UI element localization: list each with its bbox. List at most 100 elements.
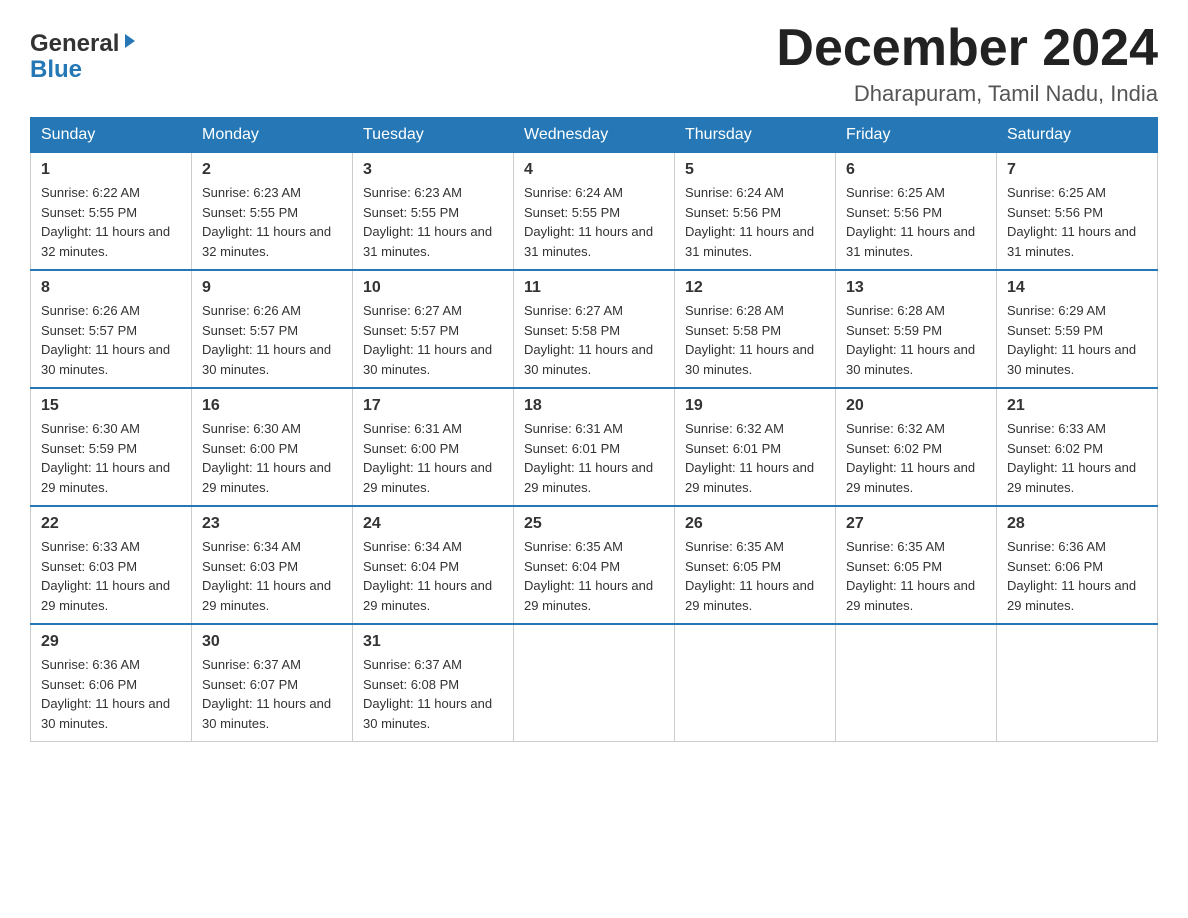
calendar-week-row: 8 Sunrise: 6:26 AMSunset: 5:57 PMDayligh…: [31, 270, 1158, 388]
day-number: 19: [685, 397, 825, 415]
day-number: 17: [363, 397, 503, 415]
day-number: 2: [202, 161, 342, 179]
calendar-header: SundayMondayTuesdayWednesdayThursdayFrid…: [31, 118, 1158, 153]
day-number: 11: [524, 279, 664, 297]
calendar-day-cell: 30 Sunrise: 6:37 AMSunset: 6:07 PMDaylig…: [192, 624, 353, 742]
calendar-day-cell: [836, 624, 997, 742]
day-info: Sunrise: 6:31 AMSunset: 6:01 PMDaylight:…: [524, 421, 653, 495]
calendar-day-cell: 2 Sunrise: 6:23 AMSunset: 5:55 PMDayligh…: [192, 153, 353, 271]
day-info: Sunrise: 6:29 AMSunset: 5:59 PMDaylight:…: [1007, 303, 1136, 377]
weekday-header: Monday: [192, 118, 353, 153]
day-number: 24: [363, 515, 503, 533]
day-number: 30: [202, 633, 342, 651]
day-info: Sunrise: 6:26 AMSunset: 5:57 PMDaylight:…: [202, 303, 331, 377]
day-info: Sunrise: 6:33 AMSunset: 6:02 PMDaylight:…: [1007, 421, 1136, 495]
calendar-day-cell: 27 Sunrise: 6:35 AMSunset: 6:05 PMDaylig…: [836, 506, 997, 624]
logo-arrow-icon: [121, 32, 139, 55]
calendar-day-cell: 10 Sunrise: 6:27 AMSunset: 5:57 PMDaylig…: [353, 270, 514, 388]
calendar-day-cell: 31 Sunrise: 6:37 AMSunset: 6:08 PMDaylig…: [353, 624, 514, 742]
logo-general-text: General: [30, 30, 119, 58]
calendar-day-cell: 20 Sunrise: 6:32 AMSunset: 6:02 PMDaylig…: [836, 388, 997, 506]
calendar-day-cell: 9 Sunrise: 6:26 AMSunset: 5:57 PMDayligh…: [192, 270, 353, 388]
day-info: Sunrise: 6:35 AMSunset: 6:05 PMDaylight:…: [846, 539, 975, 613]
day-number: 16: [202, 397, 342, 415]
day-number: 14: [1007, 279, 1147, 297]
day-info: Sunrise: 6:32 AMSunset: 6:02 PMDaylight:…: [846, 421, 975, 495]
location-title: Dharapuram, Tamil Nadu, India: [776, 81, 1158, 107]
day-info: Sunrise: 6:33 AMSunset: 6:03 PMDaylight:…: [41, 539, 170, 613]
day-number: 4: [524, 161, 664, 179]
calendar-week-row: 1 Sunrise: 6:22 AMSunset: 5:55 PMDayligh…: [31, 153, 1158, 271]
month-title: December 2024: [776, 20, 1158, 77]
calendar-day-cell: 5 Sunrise: 6:24 AMSunset: 5:56 PMDayligh…: [675, 153, 836, 271]
day-number: 13: [846, 279, 986, 297]
calendar-week-row: 29 Sunrise: 6:36 AMSunset: 6:06 PMDaylig…: [31, 624, 1158, 742]
calendar-day-cell: 16 Sunrise: 6:30 AMSunset: 6:00 PMDaylig…: [192, 388, 353, 506]
calendar-day-cell: 14 Sunrise: 6:29 AMSunset: 5:59 PMDaylig…: [997, 270, 1158, 388]
calendar-day-cell: 28 Sunrise: 6:36 AMSunset: 6:06 PMDaylig…: [997, 506, 1158, 624]
day-number: 20: [846, 397, 986, 415]
calendar-day-cell: 7 Sunrise: 6:25 AMSunset: 5:56 PMDayligh…: [997, 153, 1158, 271]
day-number: 28: [1007, 515, 1147, 533]
calendar-week-row: 22 Sunrise: 6:33 AMSunset: 6:03 PMDaylig…: [31, 506, 1158, 624]
calendar-day-cell: [514, 624, 675, 742]
calendar-day-cell: 8 Sunrise: 6:26 AMSunset: 5:57 PMDayligh…: [31, 270, 192, 388]
day-number: 29: [41, 633, 181, 651]
day-number: 3: [363, 161, 503, 179]
day-number: 9: [202, 279, 342, 297]
calendar-day-cell: 13 Sunrise: 6:28 AMSunset: 5:59 PMDaylig…: [836, 270, 997, 388]
day-number: 31: [363, 633, 503, 651]
calendar-week-row: 15 Sunrise: 6:30 AMSunset: 5:59 PMDaylig…: [31, 388, 1158, 506]
day-info: Sunrise: 6:23 AMSunset: 5:55 PMDaylight:…: [202, 185, 331, 259]
calendar-day-cell: 6 Sunrise: 6:25 AMSunset: 5:56 PMDayligh…: [836, 153, 997, 271]
calendar-day-cell: 23 Sunrise: 6:34 AMSunset: 6:03 PMDaylig…: [192, 506, 353, 624]
calendar-day-cell: 1 Sunrise: 6:22 AMSunset: 5:55 PMDayligh…: [31, 153, 192, 271]
weekday-header: Tuesday: [353, 118, 514, 153]
day-info: Sunrise: 6:24 AMSunset: 5:56 PMDaylight:…: [685, 185, 814, 259]
day-number: 8: [41, 279, 181, 297]
day-info: Sunrise: 6:30 AMSunset: 5:59 PMDaylight:…: [41, 421, 170, 495]
calendar-day-cell: [997, 624, 1158, 742]
logo: General Blue: [30, 30, 139, 82]
day-info: Sunrise: 6:36 AMSunset: 6:06 PMDaylight:…: [1007, 539, 1136, 613]
calendar-day-cell: 4 Sunrise: 6:24 AMSunset: 5:55 PMDayligh…: [514, 153, 675, 271]
day-number: 21: [1007, 397, 1147, 415]
day-info: Sunrise: 6:27 AMSunset: 5:57 PMDaylight:…: [363, 303, 492, 377]
calendar-day-cell: 12 Sunrise: 6:28 AMSunset: 5:58 PMDaylig…: [675, 270, 836, 388]
day-number: 25: [524, 515, 664, 533]
calendar-table: SundayMondayTuesdayWednesdayThursdayFrid…: [30, 117, 1158, 742]
day-number: 10: [363, 279, 503, 297]
day-number: 15: [41, 397, 181, 415]
weekday-header: Saturday: [997, 118, 1158, 153]
calendar-day-cell: 11 Sunrise: 6:27 AMSunset: 5:58 PMDaylig…: [514, 270, 675, 388]
day-number: 26: [685, 515, 825, 533]
day-info: Sunrise: 6:34 AMSunset: 6:04 PMDaylight:…: [363, 539, 492, 613]
day-info: Sunrise: 6:36 AMSunset: 6:06 PMDaylight:…: [41, 657, 170, 731]
day-info: Sunrise: 6:25 AMSunset: 5:56 PMDaylight:…: [1007, 185, 1136, 259]
day-info: Sunrise: 6:35 AMSunset: 6:04 PMDaylight:…: [524, 539, 653, 613]
day-info: Sunrise: 6:27 AMSunset: 5:58 PMDaylight:…: [524, 303, 653, 377]
day-info: Sunrise: 6:31 AMSunset: 6:00 PMDaylight:…: [363, 421, 492, 495]
day-info: Sunrise: 6:24 AMSunset: 5:55 PMDaylight:…: [524, 185, 653, 259]
calendar-day-cell: 17 Sunrise: 6:31 AMSunset: 6:00 PMDaylig…: [353, 388, 514, 506]
day-info: Sunrise: 6:32 AMSunset: 6:01 PMDaylight:…: [685, 421, 814, 495]
page-header: General Blue December 2024 Dharapuram, T…: [30, 20, 1158, 107]
logo-blue-text: Blue: [30, 58, 82, 82]
day-number: 6: [846, 161, 986, 179]
day-number: 12: [685, 279, 825, 297]
calendar-day-cell: 26 Sunrise: 6:35 AMSunset: 6:05 PMDaylig…: [675, 506, 836, 624]
day-info: Sunrise: 6:28 AMSunset: 5:58 PMDaylight:…: [685, 303, 814, 377]
day-info: Sunrise: 6:25 AMSunset: 5:56 PMDaylight:…: [846, 185, 975, 259]
day-number: 23: [202, 515, 342, 533]
day-info: Sunrise: 6:34 AMSunset: 6:03 PMDaylight:…: [202, 539, 331, 613]
calendar-day-cell: 29 Sunrise: 6:36 AMSunset: 6:06 PMDaylig…: [31, 624, 192, 742]
calendar-day-cell: 24 Sunrise: 6:34 AMSunset: 6:04 PMDaylig…: [353, 506, 514, 624]
day-number: 18: [524, 397, 664, 415]
day-number: 22: [41, 515, 181, 533]
weekday-header: Friday: [836, 118, 997, 153]
calendar-day-cell: 15 Sunrise: 6:30 AMSunset: 5:59 PMDaylig…: [31, 388, 192, 506]
day-number: 7: [1007, 161, 1147, 179]
day-number: 5: [685, 161, 825, 179]
day-info: Sunrise: 6:28 AMSunset: 5:59 PMDaylight:…: [846, 303, 975, 377]
day-info: Sunrise: 6:26 AMSunset: 5:57 PMDaylight:…: [41, 303, 170, 377]
